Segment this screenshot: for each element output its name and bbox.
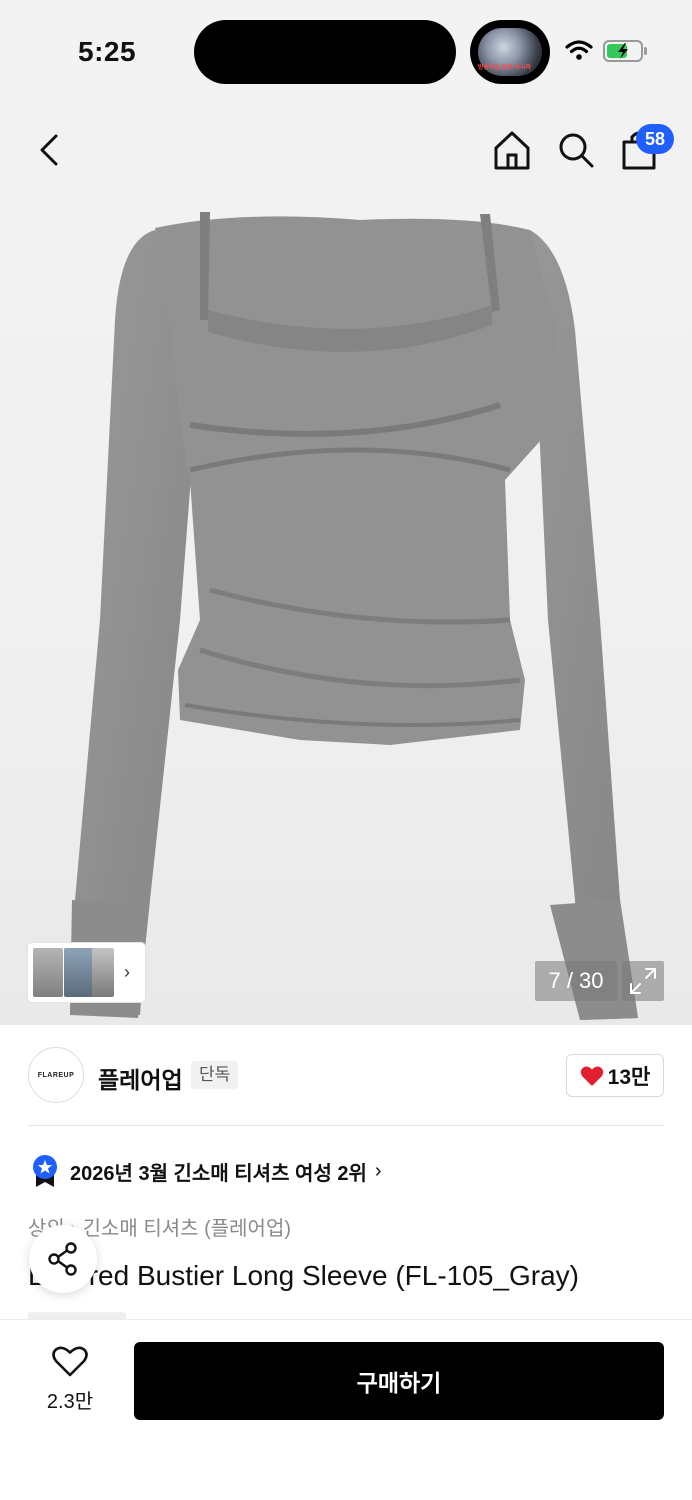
brand-name[interactable]: 플레어업	[98, 1061, 183, 1095]
dynamic-island	[194, 20, 456, 84]
ranking-text: 2026년 3월 긴소매 티셔츠 여성 2위	[70, 1162, 367, 1185]
brand-like-button[interactable]: 13만	[566, 1054, 664, 1097]
buy-button[interactable]: 구매하기	[134, 1342, 664, 1420]
wifi-icon	[565, 40, 593, 60]
brand-row: FLAREUP 플레어업 단독 13만	[0, 1025, 692, 1125]
ranking-link[interactable]: 2026년 3월 긴소매 티셔츠 여성 2위 ›	[32, 1153, 382, 1189]
chevron-right-icon: ›	[124, 962, 130, 982]
product-title: Layered Bustier Long Sleeve (FL-105_Gray…	[28, 1260, 579, 1291]
bottom-action-bar: 2.3만 구매하기	[0, 1319, 692, 1500]
product-photo	[70, 212, 638, 1020]
live-activity-caption: 방송하실 일로 하시라	[478, 65, 532, 71]
ranking-medal-icon	[33, 1155, 57, 1187]
share-button[interactable]	[29, 1225, 97, 1293]
back-icon[interactable]	[30, 128, 70, 172]
status-bar: 5:25 방송하실 일로 하시라	[0, 0, 692, 100]
cart-count-badge: 58	[636, 124, 674, 154]
heart-filled-icon	[580, 1066, 603, 1086]
search-icon[interactable]	[556, 128, 596, 172]
wishlist-button[interactable]: 2.3만	[28, 1346, 112, 1416]
heart-outline-icon	[52, 1346, 88, 1377]
gallery-thumbnail-strip[interactable]: ›	[28, 943, 145, 1002]
battery-icon	[603, 40, 647, 62]
expand-icon[interactable]	[622, 961, 664, 1001]
live-activity-thumbnail[interactable]: 방송하실 일로 하시라	[470, 20, 550, 84]
brand-like-count: 13만	[607, 1065, 651, 1089]
status-time: 5:25	[78, 36, 137, 67]
divider	[28, 1125, 664, 1126]
share-icon	[48, 1242, 77, 1276]
home-icon[interactable]	[492, 128, 532, 172]
exclusive-badge: 단독	[191, 1061, 239, 1089]
product-image-area[interactable]: 5:25 방송하실 일로 하시라 58 › 7 / 30	[0, 0, 692, 1025]
wishlist-count: 2.3만	[46, 1391, 94, 1413]
chevron-right-icon: ›	[374, 1159, 382, 1182]
brand-logo[interactable]: FLAREUP	[28, 1047, 84, 1103]
image-counter: 7 / 30	[535, 961, 617, 1001]
